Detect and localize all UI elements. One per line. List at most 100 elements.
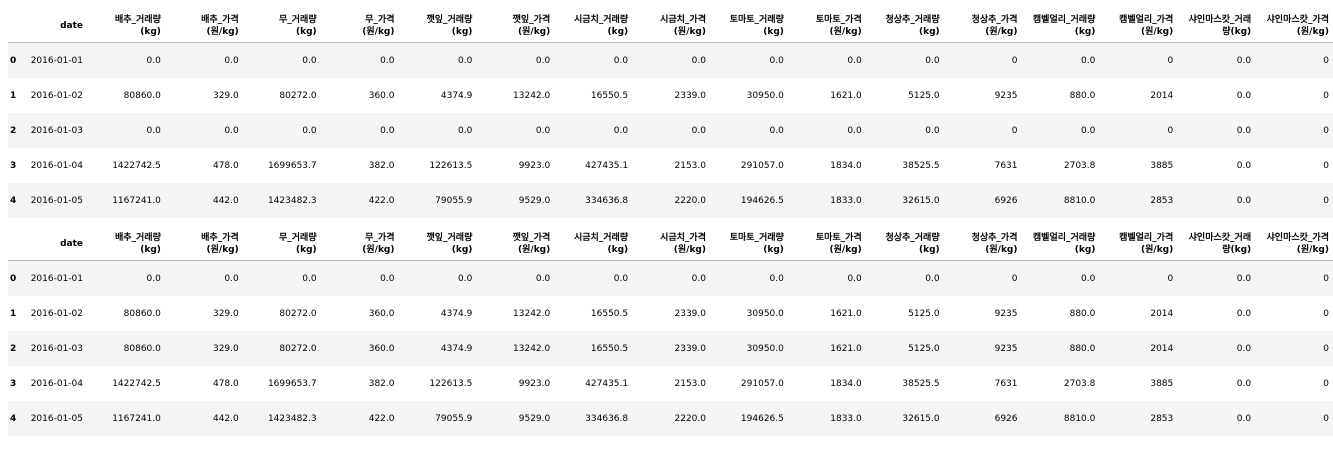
column-header: 무_가격 (원/kg)	[320, 0, 399, 43]
table-cell: 0	[1323, 160, 1329, 171]
table-cell: 422.0	[368, 413, 395, 424]
table-cell: 0.0	[302, 55, 317, 66]
column-header: 깻잎_가격 (원/kg)	[476, 218, 555, 261]
table-cell: 1833.0	[830, 195, 862, 206]
table-cell: 0	[1323, 378, 1329, 389]
row-index: 1	[10, 90, 17, 101]
table-cell: 4374.9	[440, 343, 473, 354]
table-cell: 2703.8	[1063, 160, 1096, 171]
table-cell: 291057.0	[740, 378, 784, 389]
table-cell: 2153.0	[674, 160, 707, 171]
table-cell: 0	[1323, 308, 1329, 319]
table-row: 0 2016-01-01 0.0 0.0 0.0 0.0 0.0 0.0 0.0 0.0 0.0 0.…	[8, 42, 1333, 78]
header-row: date 배추_거래량 (kg) 배추_가격 (원/kg) 무_거래량 (kg) 무_가격 (원…	[8, 218, 1333, 261]
table-cell: 0.0	[535, 55, 551, 66]
table-cell: 0.0	[1081, 55, 1096, 66]
column-header: 시금치_가격 (원/kg)	[632, 218, 710, 261]
row-index: 3	[10, 160, 17, 171]
table-cell: 427435.1	[585, 378, 629, 389]
column-header-date: date	[24, 0, 87, 43]
table-row: 2 2016-01-03 80860.0 329.0 80272.0 360.0 4374.…	[8, 331, 1333, 366]
column-header: 토마토_거래량 (kg)	[710, 218, 788, 261]
table-cell: 360.0	[368, 90, 395, 101]
table-cell: 0.0	[1236, 125, 1252, 136]
table-cell: 329.0	[212, 90, 239, 101]
table-cell: 0	[1167, 55, 1174, 66]
index-header	[8, 218, 24, 261]
row-index: 0	[10, 55, 17, 66]
table-cell: 0.0	[691, 125, 706, 136]
table-cell: 2703.8	[1063, 378, 1096, 389]
table-cell: 0.0	[458, 125, 473, 136]
table-cell: 3885	[1150, 160, 1174, 171]
table-cell: 0	[1323, 273, 1329, 284]
column-header: 청상추_거래량 (kg)	[865, 218, 944, 261]
table-cell: 427435.1	[585, 160, 629, 171]
date-cell: 2016-01-05	[30, 195, 83, 206]
dataframe-table-2: date 배추_거래량 (kg) 배추_가격 (원/kg) 무_거래량 (kg) 무_가격 (원…	[8, 218, 1333, 436]
table-cell: 0.0	[1081, 125, 1096, 136]
table-cell: 2014	[1150, 308, 1174, 319]
table-cell: 382.0	[368, 378, 395, 389]
table-cell: 2220.0	[674, 413, 707, 424]
column-header: 배추_거래량 (kg)	[87, 0, 165, 43]
table-cell: 5125.0	[908, 343, 940, 354]
table-cell: 7631	[994, 378, 1018, 389]
table-cell: 1834.0	[830, 160, 862, 171]
table-cell: 9235	[994, 90, 1018, 101]
table-cell: 9529.0	[518, 195, 551, 206]
table-row: 4 2016-01-05 1167241.0 442.0 1423482.3 422.0 7…	[8, 183, 1333, 218]
table-cell: 880.0	[1069, 343, 1096, 354]
date-cell: 2016-01-05	[30, 413, 83, 424]
table-cell: 194626.5	[740, 195, 784, 206]
row-index: 3	[10, 378, 17, 389]
table-cell: 0.0	[1236, 55, 1252, 66]
column-header: 배추_거래량 (kg)	[87, 218, 165, 261]
row-index: 4	[10, 195, 17, 206]
table-cell: 0	[1167, 125, 1174, 136]
table-cell: 0.0	[613, 55, 629, 66]
table-cell: 30950.0	[746, 90, 784, 101]
table-row: 1 2016-01-02 80860.0 329.0 80272.0 360.0 4374.…	[8, 296, 1333, 331]
table-cell: 0	[1323, 413, 1329, 424]
column-header: 배추_가격 (원/kg)	[164, 0, 243, 43]
table-cell: 0	[1011, 125, 1018, 136]
column-header-date: date	[24, 218, 87, 261]
table-cell: 0.0	[613, 125, 629, 136]
column-header: 청상추_가격 (원/kg)	[943, 218, 1022, 261]
column-header: 무_가격 (원/kg)	[320, 218, 399, 261]
table-cell: 0	[1323, 55, 1329, 66]
table-cell: 0.0	[380, 55, 395, 66]
table-cell: 122613.5	[429, 160, 473, 171]
table-row: 2 2016-01-03 0.0 0.0 0.0 0.0 0.0 0.0 0.0 0.0 0.0 0.…	[8, 113, 1333, 148]
table-row: 3 2016-01-04 1422742.5 478.0 1699653.7 382.0 1…	[8, 366, 1333, 401]
table-cell: 3885	[1150, 378, 1174, 389]
table-cell: 442.0	[212, 195, 239, 206]
table-cell: 1167241.0	[112, 413, 161, 424]
table-cell: 16550.5	[590, 343, 629, 354]
table-cell: 30950.0	[746, 343, 784, 354]
table-cell: 5125.0	[908, 308, 940, 319]
table-cell: 0.0	[925, 55, 940, 66]
table-cell: 360.0	[368, 308, 395, 319]
table-cell: 79055.9	[435, 413, 473, 424]
table-cell: 442.0	[212, 413, 239, 424]
table-cell: 0.0	[769, 55, 784, 66]
table-cell: 0.0	[146, 125, 161, 136]
date-cell: 2016-01-04	[30, 160, 83, 171]
column-header: 청상추_가격 (원/kg)	[943, 0, 1022, 43]
column-header: 시금치_거래량 (kg)	[554, 218, 633, 261]
table-cell: 0.0	[146, 55, 161, 66]
table-cell: 0.0	[691, 273, 706, 284]
table-cell: 0.0	[1236, 308, 1252, 319]
table-cell: 0	[1323, 195, 1329, 206]
column-header: 시금치_거래량 (kg)	[554, 0, 633, 43]
table-cell: 0.0	[925, 273, 940, 284]
row-index: 2	[10, 343, 17, 354]
table-cell: 478.0	[212, 160, 239, 171]
column-header: 깻잎_거래량 (kg)	[398, 218, 477, 261]
table-row: 4 2016-01-05 1167241.0 442.0 1423482.3 422.0 7…	[8, 401, 1333, 436]
table-cell: 0	[1011, 55, 1018, 66]
table-row: 1 2016-01-02 80860.0 329.0 80272.0 360.0 4374.…	[8, 78, 1333, 113]
table-cell: 2153.0	[674, 378, 707, 389]
